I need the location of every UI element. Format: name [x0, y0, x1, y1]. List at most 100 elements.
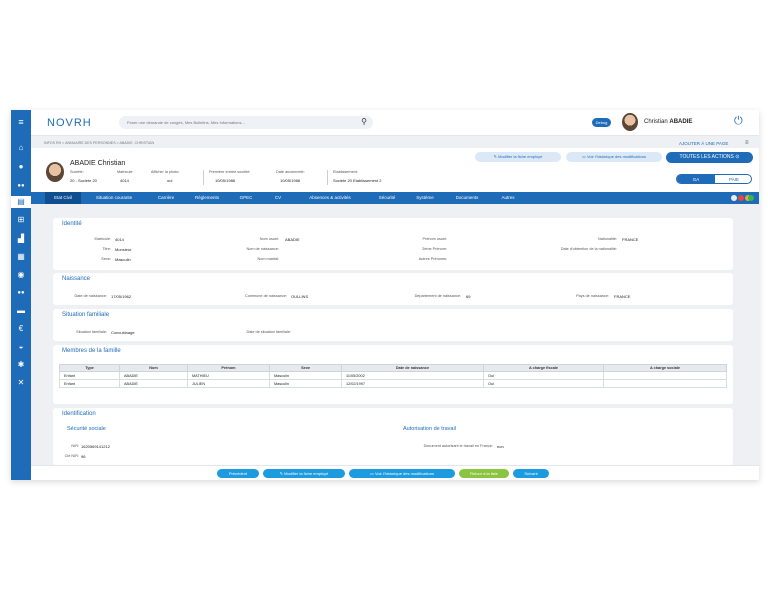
table-row[interactable]: Enfant ABADIE MATHIEU Masculin 11/05/200…: [59, 371, 727, 380]
debug-button[interactable]: Debug: [592, 118, 611, 127]
user-avatar[interactable]: [622, 113, 638, 131]
next-button[interactable]: Suivant: [513, 469, 549, 478]
field-label: Date d'obtention de la nationalité:: [560, 247, 617, 251]
org-icon[interactable]: ⊞: [11, 214, 31, 226]
field-label: Commune de naissance:: [245, 294, 287, 298]
field-label: NIR:: [71, 444, 79, 448]
field-label: Document autorisant le travail en France…: [423, 444, 493, 448]
toggle-paie[interactable]: PAIE: [715, 175, 751, 183]
search-input[interactable]: [127, 116, 347, 129]
all-actions-button[interactable]: TOUTES LES ACTIONS ⊙: [666, 152, 753, 163]
column-header[interactable]: Sexe: [269, 364, 342, 372]
id-card-icon[interactable]: ▤: [11, 196, 31, 208]
group-icon[interactable]: ●●: [11, 287, 31, 299]
previous-button[interactable]: Précédent: [217, 469, 259, 478]
tab-bar: Etat Civil Situation courante Carrière R…: [31, 192, 759, 204]
gauge-icon[interactable]: ◒: [11, 341, 31, 353]
tab-gpec[interactable]: GPEC: [231, 192, 261, 204]
table-cell: [603, 379, 727, 388]
dot-red[interactable]: [738, 195, 744, 201]
field-label: Nom usuel:: [259, 237, 279, 241]
tab-cv[interactable]: CV: [267, 192, 289, 204]
tab-systeme[interactable]: Système: [409, 192, 441, 204]
dot-light[interactable]: [731, 195, 737, 201]
user-name[interactable]: Christian ABADIE: [644, 119, 692, 125]
tab-securite[interactable]: Sécurité: [371, 192, 403, 204]
field-value: 1620569141212: [81, 444, 110, 449]
stack-icon[interactable]: ▬: [11, 305, 31, 317]
field-value: 96: [81, 454, 86, 459]
chart-icon[interactable]: ▟: [11, 233, 31, 245]
field-label: Autres Prénoms:: [418, 257, 447, 261]
field-value: FRANCE: [622, 237, 639, 242]
section-title: Identification: [62, 411, 96, 417]
modify-employee-button[interactable]: ✎ Modifier la fiche employé: [263, 469, 345, 478]
calendar-icon[interactable]: ▦: [11, 251, 31, 263]
field-label: Titre:: [102, 247, 111, 251]
column-header[interactable]: Nom: [119, 364, 188, 372]
field-value: non: [497, 444, 504, 449]
table-cell: Masculin: [269, 371, 342, 380]
field-label: Clé NIR:: [64, 454, 79, 458]
table-cell: MATHIEU: [187, 371, 270, 380]
view-history-button[interactable]: ▭ Voir l'historique des modifications: [566, 152, 662, 162]
table-cell: ABADIE: [119, 371, 188, 380]
tab-etat-civil[interactable]: Etat Civil: [45, 192, 81, 204]
view-history-label: Voir l'historique des modifications: [586, 154, 646, 159]
search-icon[interactable]: ⚲: [361, 117, 367, 126]
field-label: Pays de naissance:: [576, 294, 609, 298]
section-title: Naissance: [62, 276, 91, 282]
field-value: Societe 20 Etablissement 2: [333, 178, 382, 183]
table-row[interactable]: Enfant ABADIE JULIEN Masculin 12/02/1997…: [59, 379, 727, 388]
field-value: OULLINS: [291, 294, 309, 299]
situation-card: Situation familiale Situation familiale:…: [53, 309, 733, 341]
help-icon[interactable]: ◉: [11, 269, 31, 281]
tools-icon[interactable]: ✕: [11, 377, 31, 389]
field-value: oui: [167, 178, 173, 183]
back-to-list-button[interactable]: Retour à la liste: [459, 469, 509, 478]
field-label: Situation familiale:: [76, 330, 107, 334]
column-header[interactable]: A charge sociale: [603, 364, 727, 372]
toggle-ga[interactable]: GA: [677, 175, 715, 183]
table-cell: Masculin: [269, 379, 342, 388]
employee-header: ABADIE Christian Société: 20 - Societe 2…: [31, 148, 759, 192]
field-label: Afficher la photo:: [151, 170, 180, 174]
tab-carriere[interactable]: Carrière: [149, 192, 183, 204]
settings-icon[interactable]: ✱: [11, 359, 31, 371]
table-cell: JULIEN: [187, 379, 270, 388]
dot-green[interactable]: [748, 195, 754, 201]
team-icon[interactable]: ●●: [11, 180, 31, 192]
secu-title: Sécurité sociale: [67, 426, 106, 432]
hamburger-icon[interactable]: ≡: [11, 116, 31, 128]
bottom-action-bar: Précédent ✎ Modifier la fiche employé ▭ …: [31, 465, 759, 480]
ga-paie-toggle[interactable]: GA PAIE: [676, 174, 752, 184]
euro-icon[interactable]: €: [11, 323, 31, 335]
employee-last-name: ABADIE: [70, 160, 96, 167]
column-header[interactable]: Date de naissance: [341, 364, 484, 372]
add-to-page-link[interactable]: AJOUTER À UNE PAGE: [679, 141, 728, 146]
view-history-button[interactable]: ▭ Voir l'historique des modifications: [349, 469, 455, 478]
table-cell: 11/05/2002: [341, 371, 484, 380]
column-header[interactable]: A charge fiscale: [483, 364, 604, 372]
section-title: Situation familiale: [62, 312, 110, 318]
breadcrumb[interactable]: INFOS RH > ANNUAIRE DES PERSONNES > ABAD…: [44, 141, 154, 145]
app-window: ≡ ⌂ ● ●● ▤ ⊞ ▟ ▦ ◉ ●● ▬ € ◒ ✱ ✕ NOVRH ⚲ …: [11, 110, 759, 480]
tab-autres[interactable]: Autres: [493, 192, 523, 204]
power-icon[interactable]: ⏻: [734, 115, 743, 128]
modify-employee-button[interactable]: ✎ Modifier la fiche employé: [475, 152, 561, 162]
column-header[interactable]: Prénom: [187, 364, 270, 372]
tab-absences[interactable]: Absences & activités: [295, 192, 365, 204]
tab-reglements[interactable]: Règlements: [187, 192, 227, 204]
app-logo[interactable]: NOVRH: [47, 117, 92, 129]
field-label: Matricule:: [117, 170, 134, 174]
person-icon[interactable]: ●: [11, 161, 31, 173]
search-box[interactable]: ⚲: [119, 116, 373, 129]
home-icon[interactable]: ⌂: [11, 142, 31, 154]
tab-documents[interactable]: Documents: [447, 192, 487, 204]
top-bar: NOVRH ⚲ Debug Christian ABADIE ⏻: [31, 110, 759, 136]
table-header-row: Type Nom Prénom Sexe Date de naissance A…: [59, 364, 727, 372]
tab-situation-courante[interactable]: Situation courante: [85, 192, 143, 204]
column-header[interactable]: Type: [59, 364, 120, 372]
hamburger-icon[interactable]: ≡: [745, 140, 749, 146]
divider: [203, 170, 204, 185]
